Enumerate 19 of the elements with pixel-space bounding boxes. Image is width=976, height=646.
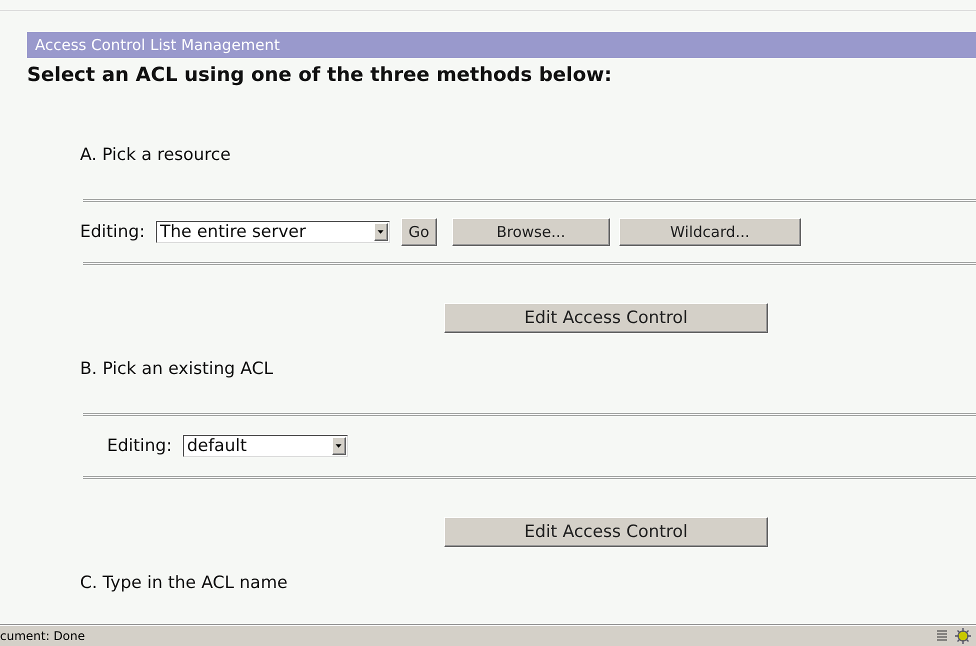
status-text: cument: Done xyxy=(0,629,86,643)
section-label: C. Type in the ACL name xyxy=(80,572,289,595)
page-lines-icon xyxy=(936,629,948,643)
caret-icon[interactable] xyxy=(374,223,388,241)
editing-label: Editing: xyxy=(107,436,172,456)
caret-icon[interactable] xyxy=(332,437,346,455)
instruction-heading: Select an ACL using one of the three methods below: xyxy=(27,63,613,87)
section-label: B. Pick an existing ACL xyxy=(80,358,274,381)
browse-button[interactable]: Browse... xyxy=(452,218,610,246)
editing-label: Editing: xyxy=(80,222,145,242)
wildcard-button[interactable]: Wildcard... xyxy=(618,218,801,246)
edit-access-control-button[interactable]: Edit Access Control xyxy=(444,303,768,333)
go-button[interactable]: Go xyxy=(400,218,437,246)
dropdown[interactable]: The entire server xyxy=(156,221,390,243)
section-label: A. Pick a resource xyxy=(80,144,232,167)
edit-access-control-button[interactable]: Edit Access Control xyxy=(444,517,768,547)
dropdown[interactable]: default xyxy=(182,435,348,457)
section-title-bar: Access Control List Management xyxy=(27,32,976,58)
gear-icon xyxy=(954,627,972,645)
